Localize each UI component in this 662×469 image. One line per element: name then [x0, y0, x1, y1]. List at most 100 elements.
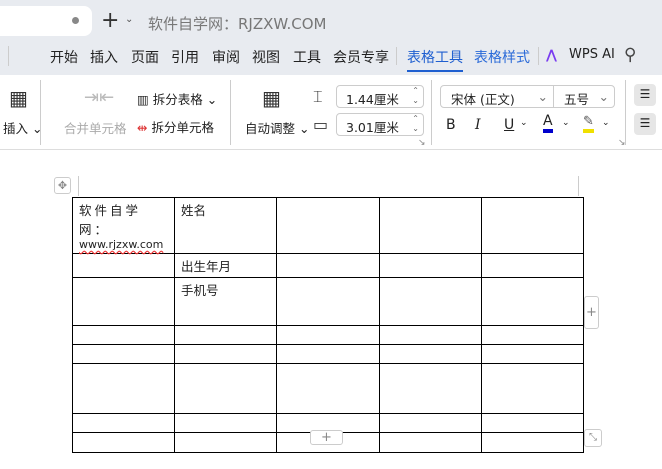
resize-table-icon[interactable]: ⤡	[584, 429, 602, 447]
table-cell[interactable]	[72, 277, 175, 326]
add-column-button[interactable]: +	[584, 296, 599, 329]
split-cell-button[interactable]: ⇹ 拆分单元格	[137, 117, 214, 136]
tab-tools[interactable]: 工具	[293, 47, 321, 67]
table-cell[interactable]	[379, 277, 482, 326]
table-cell[interactable]	[379, 363, 482, 414]
table-cell[interactable]	[276, 325, 380, 345]
underline-button[interactable]: U	[504, 117, 514, 133]
bold-button[interactable]: B	[446, 117, 456, 133]
autofit-label: 自动调整	[245, 121, 296, 136]
chevron-down-icon[interactable]: ⌄	[562, 118, 570, 128]
unsaved-dot-icon	[72, 17, 79, 24]
table-cell[interactable]: 软件自学网： www.rjzxw.com	[72, 197, 175, 254]
font-color-button[interactable]: A	[543, 114, 553, 133]
chevron-down-icon: ⌄	[598, 89, 609, 104]
table-cell[interactable]	[174, 413, 277, 433]
row-height-input[interactable]: 1.44厘米 ⌃ ⌄	[336, 85, 424, 108]
italic-button[interactable]: I	[475, 117, 481, 133]
col-width-value: 3.01厘米	[346, 120, 399, 135]
cell-url: www.rjzxw.com	[79, 238, 164, 251]
table-cell[interactable]	[72, 253, 175, 278]
window-title: 软件自学网：RJZXW.COM	[148, 15, 327, 33]
split-cell-icon: ⇹	[137, 120, 148, 135]
table-cell[interactable]	[174, 432, 277, 453]
font-size-select[interactable]: 五号 ⌄	[553, 85, 615, 108]
align-center-icon[interactable]: ☰	[634, 113, 656, 135]
tab-page[interactable]: 页面	[131, 47, 159, 67]
col-width-icon: ▭	[313, 115, 329, 134]
table-cell[interactable]	[276, 277, 380, 326]
search-icon[interactable]: ⚲	[624, 45, 636, 65]
autofit-button[interactable]: 自动调整 ⌄	[245, 118, 309, 137]
tab-insert[interactable]: 插入	[90, 47, 118, 67]
split-table-label: 拆分表格	[152, 92, 203, 107]
table-cell[interactable]	[379, 325, 482, 345]
document-table[interactable]: 软件自学网： www.rjzxw.com 姓名 出生年月 手机号	[72, 197, 584, 453]
insert-button[interactable]: 插入 ⌄	[3, 118, 42, 137]
table-cell[interactable]: 手机号	[174, 277, 277, 326]
highlight-icon[interactable]: ✎	[583, 114, 594, 133]
tab-table-style[interactable]: 表格样式	[474, 47, 530, 67]
table-cell[interactable]	[481, 253, 584, 278]
table-cell[interactable]	[379, 413, 482, 433]
wps-ai-button[interactable]: WPS AI	[569, 47, 615, 62]
divider	[538, 47, 539, 65]
table-cell[interactable]	[276, 197, 380, 254]
table-cell[interactable]	[379, 197, 482, 254]
dialog-launcher-icon[interactable]: ↘	[418, 138, 426, 148]
table-cell[interactable]	[481, 413, 584, 433]
spinner-icon[interactable]: ⌃ ⌄	[412, 114, 419, 134]
divider	[40, 80, 41, 145]
margin-mark	[78, 176, 79, 196]
table-cell[interactable]	[481, 277, 584, 326]
table-cell[interactable]	[72, 413, 175, 433]
tab-review[interactable]: 审阅	[212, 47, 240, 67]
chevron-down-icon[interactable]: ⌄	[602, 118, 610, 128]
chevron-down-icon: ⌄	[537, 89, 548, 104]
table-cell[interactable]	[276, 253, 380, 278]
table-cell[interactable]	[72, 432, 175, 453]
chevron-down-icon[interactable]: ⌄	[520, 118, 528, 128]
autofit-icon: ▦	[262, 86, 281, 110]
table-cell[interactable]	[276, 344, 380, 364]
table-cell[interactable]: 姓名	[174, 197, 277, 254]
table-cell[interactable]: 出生年月	[174, 253, 277, 278]
align-top-icon[interactable]: ☰	[634, 84, 656, 106]
table-cell[interactable]	[379, 253, 482, 278]
tab-member[interactable]: 会员专享	[333, 47, 389, 67]
table-move-handle-icon[interactable]: ✥	[54, 177, 71, 194]
table-cell[interactable]	[379, 344, 482, 364]
split-table-button[interactable]: ▥ 拆分表格 ⌄	[137, 89, 217, 108]
add-row-button[interactable]: +	[310, 430, 343, 445]
merge-cells-icon: ⇥⇤	[84, 87, 115, 108]
chevron-down-icon[interactable]: ⌄	[125, 14, 133, 25]
tab-view[interactable]: 视图	[252, 47, 280, 67]
insert-table-icon: ▦	[9, 86, 28, 110]
divider	[431, 80, 432, 145]
table-cell[interactable]	[72, 344, 175, 364]
font-family-select[interactable]: 宋体 (正文) ⌄	[440, 85, 554, 108]
divider	[396, 47, 397, 65]
table-cell[interactable]	[481, 344, 584, 364]
table-cell[interactable]	[174, 363, 277, 414]
table-cell[interactable]	[276, 363, 380, 414]
table-cell[interactable]	[72, 325, 175, 345]
table-cell[interactable]	[481, 325, 584, 345]
split-cell-label: 拆分单元格	[151, 120, 214, 135]
table-cell[interactable]	[481, 197, 584, 254]
tab-home[interactable]: 开始	[50, 47, 78, 67]
table-cell[interactable]	[174, 344, 277, 364]
new-tab-button[interactable]: +	[101, 8, 119, 33]
table-cell[interactable]	[481, 432, 584, 453]
table-cell[interactable]	[379, 432, 482, 453]
merge-cells-button[interactable]: 合并单元格	[64, 118, 127, 137]
table-cell[interactable]	[72, 363, 175, 414]
tab-table-tools[interactable]: 表格工具	[407, 47, 463, 72]
spinner-icon[interactable]: ⌃ ⌄	[412, 86, 419, 106]
row-height-value: 1.44厘米	[346, 92, 399, 107]
table-cell[interactable]	[481, 363, 584, 414]
col-width-input[interactable]: 3.01厘米 ⌃ ⌄	[336, 113, 424, 136]
table-cell[interactable]	[174, 325, 277, 345]
wps-ai-logo-icon: ⋀	[546, 48, 557, 63]
tab-references[interactable]: 引用	[171, 47, 199, 67]
